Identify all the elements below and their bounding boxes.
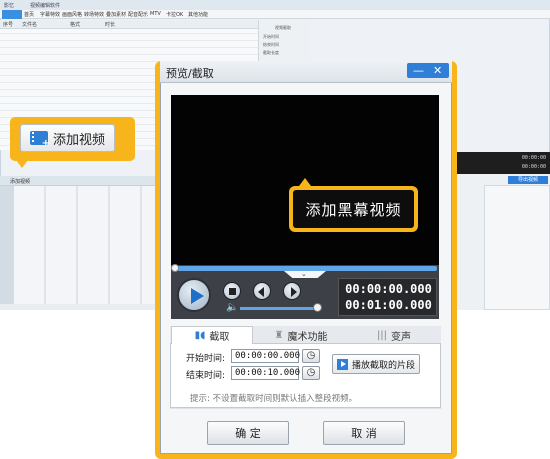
timeline-cells[interactable] [14, 186, 160, 304]
nav-tab[interactable]: 画面风格 [62, 11, 82, 18]
timeline-tab[interactable]: 添加视频 [10, 178, 30, 185]
seek-handle[interactable] [171, 264, 179, 272]
panel-field-label: 开始时间 [263, 34, 279, 39]
list-column-header: 格式 [70, 22, 81, 28]
tab-magic[interactable]: ♜ 魔术功能 [255, 326, 347, 344]
hint-text: 提示: 不设置截取时间则默认插入整段视频。 [190, 394, 358, 404]
clock-refresh-icon: ◷ [306, 367, 316, 378]
time-readout: 00:00:00 [521, 164, 546, 170]
tab-clip-label: 截取 [209, 332, 230, 343]
play-clip-segment-label: 播放截取的片段 [352, 360, 416, 371]
nav-tab[interactable]: MTV [150, 11, 161, 17]
nav-tab[interactable]: 字幕特效 [40, 11, 60, 18]
next-frame-button[interactable] [283, 282, 301, 300]
nav-tab[interactable]: 卡拉OK [166, 11, 183, 18]
panel-field-label: 结束时间 [263, 42, 279, 47]
panel-field-label: 截取长度 [263, 50, 279, 55]
film-add-icon [29, 131, 50, 149]
play-button[interactable] [177, 278, 211, 312]
dialog-title: 预览/截取 [166, 67, 214, 80]
scissors-icon: ▮◖ [194, 330, 206, 341]
voice-wave-icon: ||| [376, 329, 388, 341]
nav-tab[interactable]: 首页 [24, 11, 34, 18]
right-time-bar: 00:00:00 00:00:00 [454, 152, 550, 174]
start-time-input[interactable]: 00:00:00.000 [231, 349, 300, 363]
magic-hat-icon: ♜ [274, 329, 284, 341]
background-title-bar: 影忆 视频编辑软件 [0, 0, 550, 10]
add-black-video-button[interactable]: 添加黑幕视频 [293, 190, 414, 228]
stop-button[interactable] [223, 282, 241, 300]
video-list-header: 序号 文件名 格式 时长 [0, 20, 258, 29]
end-time-pick-button[interactable]: ◷ [302, 366, 320, 380]
time-readout: 00:00:00 [521, 155, 546, 161]
play-clip-segment-button[interactable]: 播放截取的片段 [332, 354, 420, 374]
volume-icon[interactable]: 🔈 [226, 302, 238, 313]
tab-voice-label: 变声 [391, 331, 412, 343]
callout-pointer [299, 178, 311, 186]
app-title-text: 视频编辑软件 [30, 3, 61, 9]
app-logo-text: 影忆 [4, 3, 15, 9]
stop-icon [229, 288, 236, 295]
end-time-input[interactable]: 00:00:10.000 [231, 366, 300, 380]
background-nav-bar: 首页 字幕特效 画面风格 转场特效 叠加素材 配音配乐 MTV 卡拉OK 其他功… [0, 10, 550, 19]
nav-tab[interactable]: 叠加素材 [106, 11, 126, 18]
nav-tab[interactable]: 其他功能 [188, 11, 208, 18]
clock-refresh-icon: ◷ [306, 350, 316, 361]
add-black-video-label: 添加黑幕视频 [305, 200, 402, 219]
total-time: 00:01:00.000 [345, 298, 432, 312]
volume-slider[interactable] [240, 307, 320, 310]
previous-icon [258, 287, 264, 297]
callout-pointer [16, 160, 28, 168]
end-time-label: 结束时间: [186, 371, 226, 381]
play-icon [337, 358, 348, 370]
panel-title: 视频截取 [275, 25, 291, 30]
list-column-header: 时长 [105, 22, 116, 28]
add-video-button[interactable]: 添加视频 [20, 124, 115, 152]
add-video-label: 添加视频 [52, 132, 105, 148]
close-button[interactable]: ✕ [433, 63, 442, 78]
divider [170, 408, 441, 409]
nav-tab[interactable]: 配音配乐 [128, 11, 148, 18]
timeline-side-strip [0, 186, 14, 304]
minimize-button[interactable]: — [413, 63, 424, 78]
tab-clip[interactable]: ▮◖ 截取 [171, 326, 253, 344]
nav-tab[interactable]: 转场特效 [84, 11, 104, 18]
timeline-header: 添加视频 [0, 176, 160, 186]
window-controls: — ✕ [407, 63, 449, 78]
export-video-button[interactable]: 导出视频 [508, 176, 548, 184]
list-column-header: 序号 [3, 22, 14, 28]
tab-magic-label: 魔术功能 [287, 331, 328, 343]
previous-frame-button[interactable] [253, 282, 271, 300]
cancel-button[interactable]: 取 消 [323, 421, 405, 445]
current-time: 00:00:00.000 [345, 282, 432, 296]
tab-voice[interactable]: ||| 变声 [350, 326, 438, 344]
time-display: 00:00:00.000 00:01:00.000 [338, 278, 437, 316]
next-icon [291, 287, 297, 297]
nav-tab-active-highlight [2, 10, 22, 19]
right-side-list [484, 185, 550, 310]
volume-handle[interactable] [313, 303, 322, 312]
chevron-down-icon: ⌄ [301, 270, 307, 278]
ok-button[interactable]: 确 定 [207, 421, 289, 445]
start-time-pick-button[interactable]: ◷ [302, 349, 320, 363]
start-time-label: 开始时间: [186, 354, 226, 364]
list-column-header: 文件名 [22, 22, 38, 28]
